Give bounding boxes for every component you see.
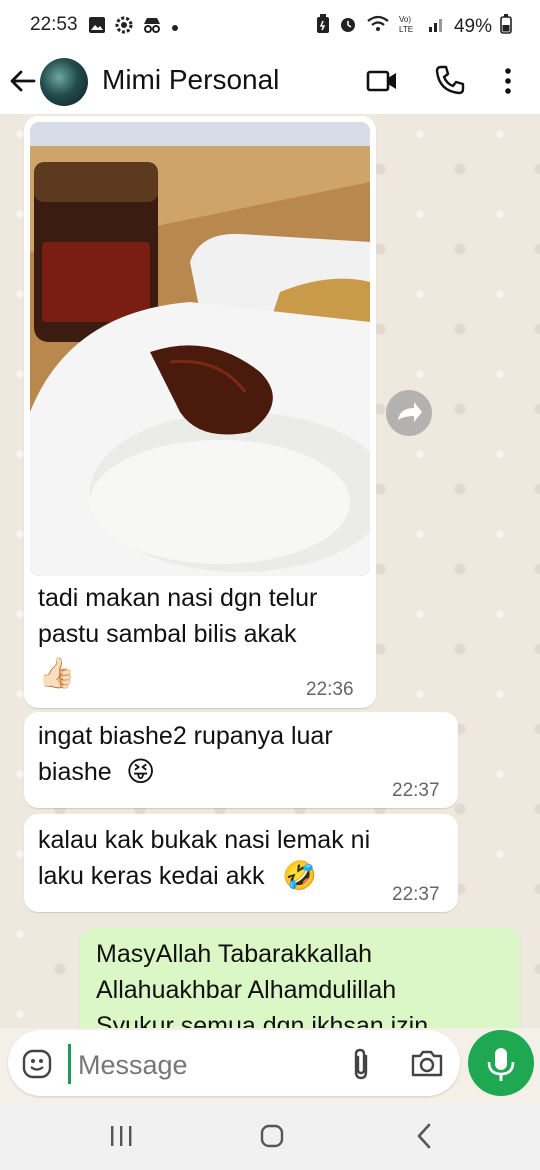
chat-header: Mimi Personal — [0, 52, 540, 115]
message-emoji: 👍🏻 — [38, 657, 76, 690]
message-bubble-outgoing[interactable]: MasyAllah Tabarakkallah Allahuakhbar Alh… — [80, 928, 520, 1028]
camera-icon[interactable] — [410, 1048, 444, 1078]
message-text: kalau kak bukak nasi lemak ni laku keras… — [38, 826, 371, 890]
message-bubble[interactable]: ingat biashe2 rupanya luar biashe 😝 22:3… — [24, 712, 458, 808]
microphone-icon — [487, 1048, 515, 1081]
volte-icon: Vo) LTE — [398, 14, 420, 40]
video-call-icon[interactable] — [366, 68, 398, 94]
home-icon[interactable] — [260, 1124, 284, 1148]
text-cursor — [68, 1044, 71, 1084]
nav-back-icon[interactable] — [414, 1122, 434, 1150]
gallery-icon — [88, 16, 106, 40]
incognito-icon — [142, 16, 162, 40]
wifi-icon — [366, 15, 390, 39]
message-text: tadi makan nasi dgn telur pastu sambal b… — [38, 584, 318, 648]
emoji-icon[interactable] — [22, 1049, 52, 1079]
message-text: MasyAllah Tabarakkallah Allahuakhbar Alh… — [96, 940, 429, 1028]
food-photo[interactable] — [30, 122, 370, 576]
signal-icon — [428, 15, 446, 39]
voice-call-icon[interactable] — [434, 64, 466, 96]
svg-text:LTE: LTE — [399, 25, 413, 34]
svg-text:Vo): Vo) — [399, 15, 411, 24]
battery-saver-icon — [316, 14, 330, 40]
contact-avatar[interactable] — [40, 58, 88, 106]
status-bar: 22:53 Vo) LTE 49% — [0, 0, 540, 52]
forward-icon[interactable] — [386, 390, 432, 436]
dot-icon — [170, 17, 180, 39]
more-options-icon[interactable] — [498, 66, 518, 96]
message-time: 22:36 — [306, 679, 354, 700]
contact-name[interactable]: Mimi Personal — [102, 64, 279, 96]
attachment-paperclip-icon[interactable] — [350, 1048, 374, 1080]
message-bubble-photo[interactable]: tadi makan nasi dgn telur pastu sambal b… — [24, 116, 376, 708]
message-text: ingat biashe2 rupanya luar biashe — [38, 722, 333, 786]
back-arrow-icon[interactable] — [8, 66, 38, 96]
message-input[interactable] — [76, 1044, 330, 1086]
voice-message-mic-button[interactable] — [468, 1030, 534, 1096]
alarm-icon — [338, 14, 358, 40]
system-nav-bar — [0, 1102, 540, 1170]
settings-gear-icon — [114, 15, 134, 41]
message-time: 22:37 — [392, 884, 440, 905]
battery-percent: 49% — [453, 16, 492, 37]
message-emoji: 🤣 — [282, 860, 317, 891]
chat-area[interactable]: tadi makan nasi dgn telur pastu sambal b… — [0, 114, 540, 1028]
status-time: 22:53 — [30, 14, 78, 35]
recent-apps-icon[interactable] — [108, 1124, 134, 1148]
message-composer — [8, 1030, 460, 1096]
message-bubble[interactable]: kalau kak bukak nasi lemak ni laku keras… — [24, 814, 458, 912]
message-emoji: 😝 — [126, 756, 156, 787]
message-time: 22:37 — [392, 780, 440, 801]
battery-icon — [500, 14, 512, 40]
